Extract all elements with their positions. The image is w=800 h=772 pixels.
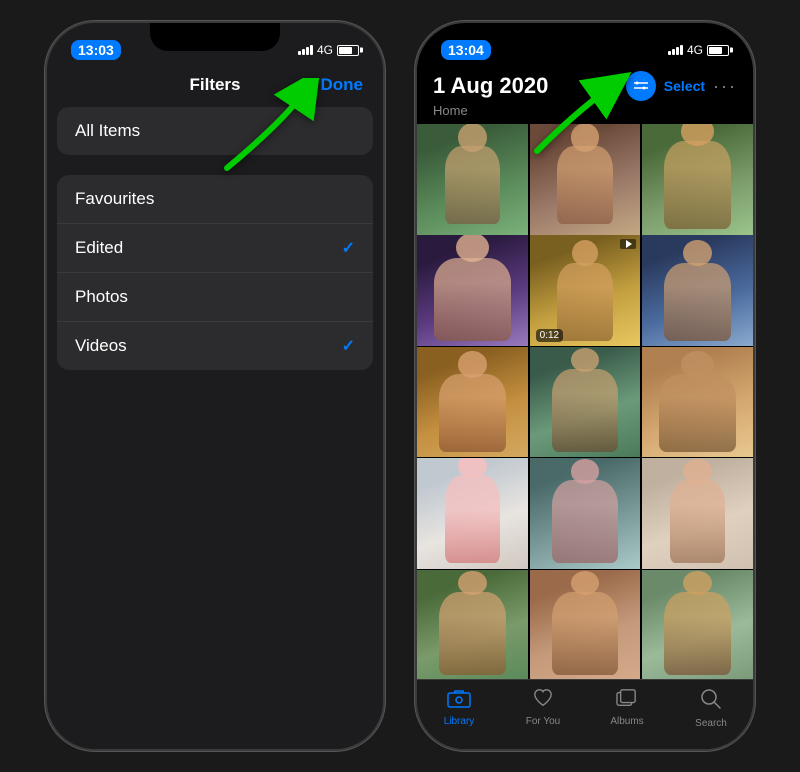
- status-time-2: 13:04: [441, 40, 491, 60]
- filter-item-favourites[interactable]: Favourites: [57, 175, 373, 224]
- filters-done-button[interactable]: Done: [321, 75, 364, 95]
- filters-title: Filters: [189, 75, 240, 95]
- filter-group: Favourites Edited ✓ Photos Videos ✓: [57, 175, 373, 370]
- network-label-1: 4G: [317, 43, 333, 57]
- photos-actions: Select ···: [626, 71, 737, 101]
- notch1: [150, 23, 280, 51]
- photo-cell[interactable]: [417, 570, 528, 679]
- filter-check-edited: ✓: [342, 238, 355, 258]
- photo-cell[interactable]: [642, 458, 753, 569]
- filter-item-photos[interactable]: Photos: [57, 273, 373, 322]
- photo-cell[interactable]: [642, 235, 753, 346]
- notch2: [520, 23, 650, 51]
- tab-search[interactable]: Search: [669, 688, 753, 729]
- tab-bar: Library For You Albums: [417, 679, 753, 749]
- status-time-1: 13:03: [71, 40, 121, 60]
- phone1-screen: 13:03 4G Filters Done: [47, 23, 383, 749]
- filters-header: Filters Done: [47, 67, 383, 107]
- filter-all-items[interactable]: All Items: [57, 107, 373, 155]
- battery-icon-2: [707, 45, 729, 56]
- signal-bars-1: [298, 45, 313, 55]
- photo-cell[interactable]: [530, 458, 641, 569]
- tab-albums[interactable]: Albums: [585, 688, 669, 729]
- photo-cell[interactable]: [417, 235, 528, 346]
- photo-cell[interactable]: [417, 347, 528, 458]
- photos-subtitle: Home: [433, 103, 737, 118]
- filter-label-edited: Edited: [75, 238, 123, 258]
- filter-item-edited[interactable]: Edited ✓: [57, 224, 373, 273]
- tab-library[interactable]: Library: [417, 688, 501, 729]
- more-button[interactable]: ···: [713, 76, 737, 97]
- library-icon: [447, 688, 471, 714]
- filter-check-videos: ✓: [342, 336, 355, 356]
- albums-icon: [615, 688, 639, 714]
- filter-button[interactable]: [626, 71, 656, 101]
- tab-foryou[interactable]: For You: [501, 688, 585, 729]
- photo-cell[interactable]: [530, 570, 641, 679]
- battery-fill-1: [339, 47, 352, 54]
- photo-cell[interactable]: [642, 124, 753, 235]
- search-label: Search: [695, 718, 727, 729]
- photo-cell[interactable]: 0:12: [530, 235, 641, 346]
- status-icons-2: 4G: [668, 43, 729, 57]
- photos-header-top: 1 Aug 2020 Select ···: [433, 71, 737, 101]
- filters-body: All Items Favourites Edited ✓ Photos Vid…: [47, 107, 383, 749]
- photos-header: 1 Aug 2020 Select ··· Home: [417, 67, 753, 124]
- battery-icon-1: [337, 45, 359, 56]
- filter-item-videos[interactable]: Videos ✓: [57, 322, 373, 370]
- foryou-label: For You: [526, 716, 560, 727]
- status-icons-1: 4G: [298, 43, 359, 57]
- photo-cell[interactable]: [642, 347, 753, 458]
- phone2-screen: 13:04 4G 1 Aug 2020: [417, 23, 753, 749]
- albums-label: Albums: [610, 716, 643, 727]
- foryou-icon: [531, 688, 555, 714]
- search-icon: [700, 688, 722, 716]
- filter-label-videos: Videos: [75, 336, 127, 356]
- photo-cell[interactable]: [642, 570, 753, 679]
- filter-label-photos: Photos: [75, 287, 128, 307]
- video-duration: 0:12: [536, 329, 563, 342]
- signal-bars-2: [668, 45, 683, 55]
- phone1: 13:03 4G Filters Done: [45, 21, 385, 751]
- filter-label-favourites: Favourites: [75, 189, 154, 209]
- battery-fill-2: [709, 47, 722, 54]
- photo-cell[interactable]: [417, 124, 528, 235]
- photo-cell[interactable]: [530, 347, 641, 458]
- photos-date: 1 Aug 2020: [433, 73, 548, 99]
- library-label: Library: [444, 716, 475, 727]
- all-items-label: All Items: [75, 121, 140, 140]
- select-button[interactable]: Select: [664, 78, 705, 94]
- network-label-2: 4G: [687, 43, 703, 57]
- phone2: 13:04 4G 1 Aug 2020: [415, 21, 755, 751]
- photos-grid: 0:12: [417, 124, 753, 679]
- photo-cell[interactable]: [417, 458, 528, 569]
- photo-cell[interactable]: [530, 124, 641, 235]
